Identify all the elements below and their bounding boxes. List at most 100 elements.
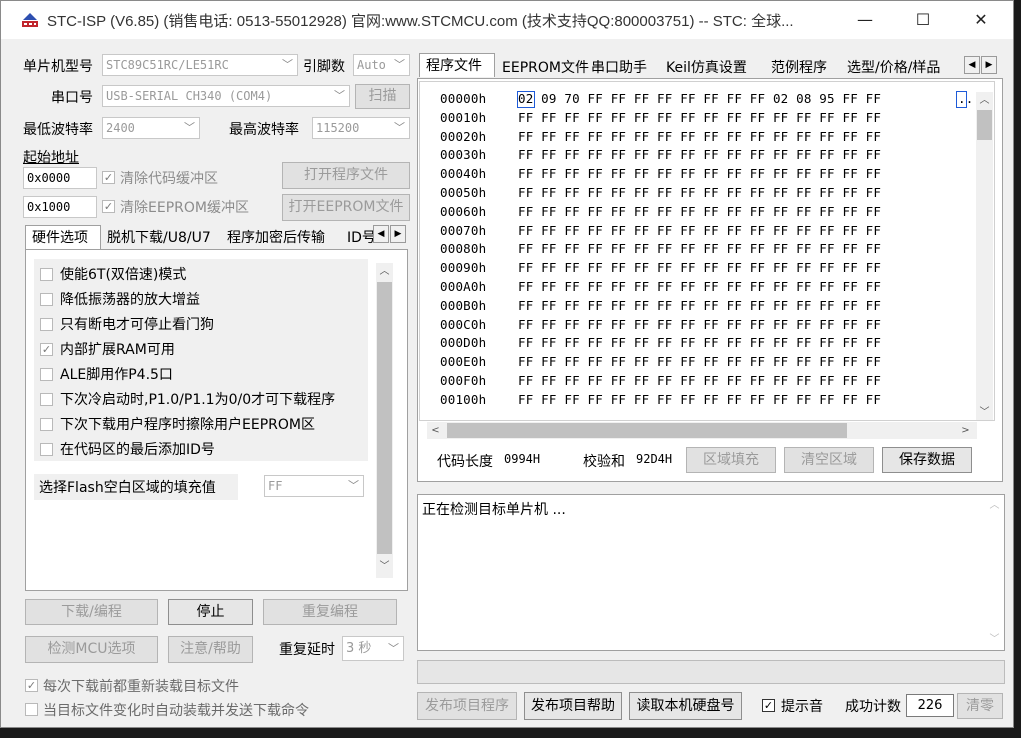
option-checkbox[interactable]	[40, 318, 53, 331]
publish-help-button[interactable]: 发布项目帮助	[524, 692, 622, 720]
hex-row-bytes[interactable]: FF FF FF FF FF FF FF FF FF FF FF FF FF F…	[518, 392, 881, 407]
open-program-file-button[interactable]: 打开程序文件	[282, 162, 410, 189]
port-select[interactable]: USB-SERIAL CH340 (COM4) ﹀	[102, 85, 350, 107]
detect-mcu-options-button[interactable]: 检测MCU选项	[25, 636, 158, 663]
maximize-button[interactable]: ☐	[895, 1, 951, 39]
mcu-type-select[interactable]: STC89C51RC/LE51RC ﹀	[102, 54, 298, 76]
fill-region-button[interactable]: 区域填充	[686, 447, 776, 473]
option-checkbox[interactable]	[40, 293, 53, 306]
hex-row-bytes[interactable]: FF FF FF FF FF FF FF FF FF FF FF FF FF F…	[518, 354, 881, 369]
flash-fill-select[interactable]: FF ﹀	[264, 475, 364, 497]
eeprom-address-input[interactable]: 0x1000	[23, 196, 97, 218]
save-data-button[interactable]: 保存数据	[882, 447, 972, 473]
clear-region-button[interactable]: 清空区域	[784, 447, 874, 473]
log-scrollbar[interactable]: ︿ ﹀	[986, 497, 1003, 648]
option-checkbox[interactable]	[40, 393, 53, 406]
hex-row[interactable]: 000B0h FF FF FF FF FF FF FF FF FF FF FF F…	[440, 298, 881, 317]
reset-count-button[interactable]: 清零	[957, 693, 1003, 719]
tab-offline-download[interactable]: 脱机下载/U8/U7	[101, 226, 217, 250]
hex-row-bytes[interactable]: FF FF FF FF FF FF FF FF FF FF FF FF FF F…	[518, 241, 881, 256]
tab-encrypted-transfer[interactable]: 程序加密后传输	[221, 226, 331, 250]
notice-help-button[interactable]: 注意/帮助	[168, 636, 253, 663]
option-checkbox[interactable]	[40, 443, 53, 456]
tab-keil-settings[interactable]: Keil仿真设置	[660, 56, 753, 80]
option-checkbox[interactable]	[40, 418, 53, 431]
option-checkbox[interactable]	[40, 268, 53, 281]
hex-vscroll-thumb[interactable]	[977, 110, 992, 140]
hex-row[interactable]: 00040h FF FF FF FF FF FF FF FF FF FF FF F…	[440, 166, 881, 185]
reload-before-download-checkbox[interactable]: ✓	[25, 679, 38, 692]
hex-row[interactable]: 00000h 02 09 70 FF FF FF FF FF FF FF FF 0…	[440, 91, 973, 110]
hex-row[interactable]: 00070h FF FF FF FF FF FF FF FF FF FF FF F…	[440, 223, 881, 242]
hex-row[interactable]: 00060h FF FF FF FF FF FF FF FF FF FF FF F…	[440, 204, 881, 223]
hex-row[interactable]: 00050h FF FF FF FF FF FF FF FF FF FF FF F…	[440, 185, 881, 204]
tab-serial-assistant[interactable]: 串口助手	[585, 56, 653, 80]
hex-row-bytes[interactable]: FF FF FF FF FF FF FF FF FF FF FF FF FF F…	[518, 110, 881, 125]
hex-row[interactable]: 000E0h FF FF FF FF FF FF FF FF FF FF FF F…	[440, 354, 881, 373]
scroll-up-icon[interactable]: ︿	[976, 92, 993, 109]
tab-selection-price[interactable]: 选型/价格/样品	[841, 56, 946, 80]
hex-row-bytes[interactable]: FF FF FF FF FF FF FF FF FF FF FF FF FF F…	[518, 373, 881, 388]
min-baud-select[interactable]: 2400 ﹀	[102, 117, 200, 139]
hex-row[interactable]: 00090h FF FF FF FF FF FF FF FF FF FF FF F…	[440, 260, 881, 279]
repeat-delay-select[interactable]: 3 秒 ﹀	[342, 636, 404, 661]
tab-program-file[interactable]: 程序文件	[419, 53, 495, 77]
hex-row[interactable]: 000A0h FF FF FF FF FF FF FF FF FF FF FF F…	[440, 279, 881, 298]
hex-hscroll-thumb[interactable]	[447, 423, 847, 438]
tab-eeprom-file[interactable]: EEPROM文件	[496, 56, 595, 80]
hex-row[interactable]: 00100h FF FF FF FF FF FF FF FF FF FF FF F…	[440, 392, 881, 411]
hex-row[interactable]: 00030h FF FF FF FF FF FF FF FF FF FF FF F…	[440, 147, 881, 166]
hex-row[interactable]: 00020h FF FF FF FF FF FF FF FF FF FF FF F…	[440, 129, 881, 148]
repeat-program-button[interactable]: 重复编程	[263, 599, 397, 625]
tab-scroll-left-button[interactable]: ◀	[373, 225, 389, 243]
hex-row[interactable]: 000F0h FF FF FF FF FF FF FF FF FF FF FF F…	[440, 373, 881, 392]
download-program-button[interactable]: 下载/编程	[25, 599, 158, 625]
option-checkbox[interactable]: ✓	[40, 343, 53, 356]
max-baud-select[interactable]: 115200 ﹀	[312, 117, 410, 139]
scan-button[interactable]: 扫描	[355, 84, 410, 109]
publish-program-button[interactable]: 发布项目程序	[417, 692, 517, 720]
option-checkbox[interactable]	[40, 368, 53, 381]
code-address-input[interactable]: 0x0000	[23, 167, 97, 189]
hex-row-bytes[interactable]: FF FF FF FF FF FF FF FF FF FF FF FF FF F…	[518, 185, 881, 200]
stop-button[interactable]: 停止	[168, 599, 253, 625]
tab-hardware-options[interactable]: 硬件选项	[25, 225, 101, 249]
tab-example-programs[interactable]: 范例程序	[765, 56, 833, 80]
beep-checkbox[interactable]: ✓	[762, 699, 775, 712]
scroll-down-icon[interactable]: ﹀	[376, 558, 393, 575]
title-bar[interactable]: STC-ISP (V6.85) (销售电话: 0513-55012928) 官网…	[1, 1, 1013, 39]
hex-row-bytes[interactable]: FF FF FF FF FF FF FF FF FF FF FF FF FF F…	[518, 204, 881, 219]
close-button[interactable]: ✕	[953, 1, 1009, 39]
options-scrollbar-thumb[interactable]	[377, 282, 392, 554]
tab-scroll-right-button[interactable]: ▶	[390, 225, 406, 243]
pin-count-select[interactable]: Auto ﹀	[353, 54, 410, 76]
options-scrollbar[interactable]: ︿ ﹀	[376, 263, 393, 578]
hex-row[interactable]: 00080h FF FF FF FF FF FF FF FF FF FF FF F…	[440, 241, 881, 260]
minimize-button[interactable]: —	[837, 1, 893, 39]
hex-horizontal-scrollbar[interactable]: < >	[427, 422, 977, 439]
tab-id-number[interactable]: ID号	[341, 226, 373, 250]
scroll-down-icon[interactable]: ﹀	[986, 631, 1003, 648]
tab-scroll-left-button[interactable]: ◀	[964, 56, 980, 74]
hex-row-bytes[interactable]: 02 09 70 FF FF FF FF FF FF FF FF 02 08 9…	[518, 91, 881, 106]
log-output[interactable]: 正在检测目标单片机 ... ︿ ﹀	[417, 494, 1005, 651]
hex-row[interactable]: 000C0h FF FF FF FF FF FF FF FF FF FF FF F…	[440, 317, 881, 336]
hex-row-bytes[interactable]: FF FF FF FF FF FF FF FF FF FF FF FF FF F…	[518, 317, 881, 332]
hex-row-bytes[interactable]: FF FF FF FF FF FF FF FF FF FF FF FF FF F…	[518, 166, 881, 181]
hex-viewer[interactable]: 00000h 02 09 70 FF FF FF FF FF FF FF FF 0…	[419, 81, 995, 421]
hex-row-bytes[interactable]: FF FF FF FF FF FF FF FF FF FF FF FF FF F…	[518, 147, 881, 162]
hex-row[interactable]: 00010h FF FF FF FF FF FF FF FF FF FF FF F…	[440, 110, 881, 129]
clear-eeprom-buffer-checkbox[interactable]: ✓	[102, 200, 115, 213]
hex-row-bytes[interactable]: FF FF FF FF FF FF FF FF FF FF FF FF FF F…	[518, 335, 881, 350]
scroll-up-icon[interactable]: ︿	[986, 497, 1003, 514]
hex-row-bytes[interactable]: FF FF FF FF FF FF FF FF FF FF FF FF FF F…	[518, 279, 881, 294]
hex-row[interactable]: 000D0h FF FF FF FF FF FF FF FF FF FF FF F…	[440, 335, 881, 354]
scroll-left-icon[interactable]: <	[427, 422, 444, 439]
hex-row-bytes[interactable]: FF FF FF FF FF FF FF FF FF FF FF FF FF F…	[518, 298, 881, 313]
open-eeprom-file-button[interactable]: 打开EEPROM文件	[282, 194, 410, 221]
auto-load-checkbox[interactable]	[25, 703, 38, 716]
read-disk-id-button[interactable]: 读取本机硬盘号	[629, 692, 742, 720]
hex-row-bytes[interactable]: FF FF FF FF FF FF FF FF FF FF FF FF FF F…	[518, 223, 881, 238]
scroll-down-icon[interactable]: ﹀	[976, 404, 993, 421]
scroll-up-icon[interactable]: ︿	[376, 263, 393, 280]
